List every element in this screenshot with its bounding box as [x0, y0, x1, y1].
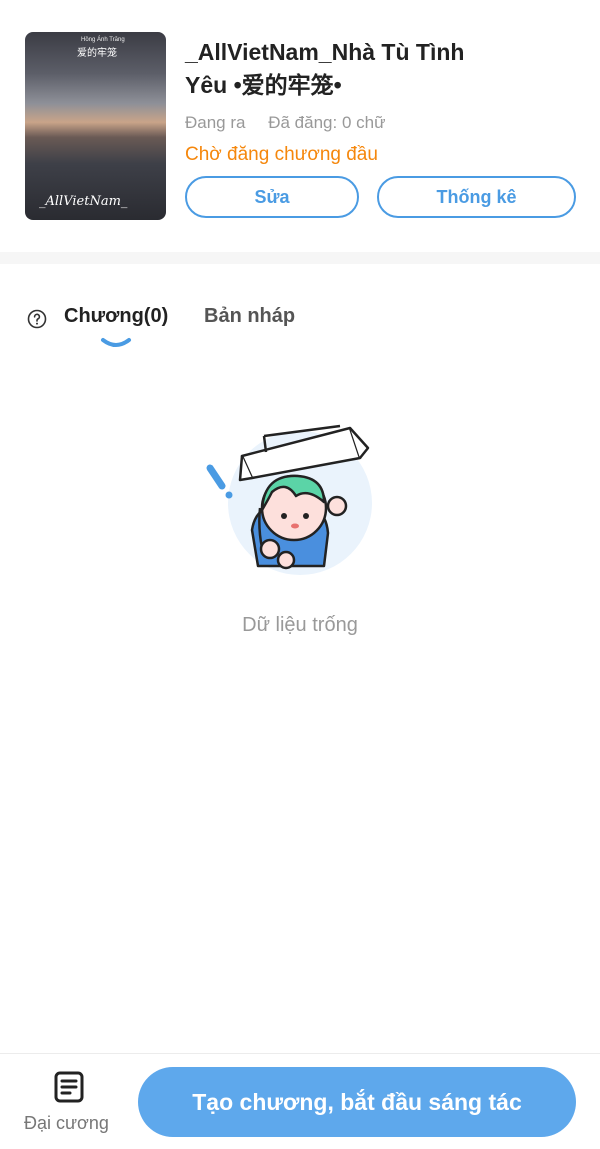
tab-chapters[interactable]: Chương(0) — [64, 305, 168, 328]
empty-state-text: Dữ liệu trống — [242, 614, 358, 636]
book-cover[interactable]: Hồng Ánh Trăng 爱的牢笼 _AllVietNam_ — [25, 32, 166, 220]
edit-button[interactable]: Sửa — [185, 176, 359, 218]
book-word-count: Đã đăng: 0 chữ — [268, 113, 386, 132]
stats-button[interactable]: Thống kê — [377, 176, 576, 218]
cover-signature: _AllVietNam_ — [39, 194, 128, 209]
book-title-line1: _AllVietNam_Nhà Tù Tình — [185, 39, 465, 65]
empty-box-illustration — [206, 424, 372, 575]
create-chapter-button[interactable]: Tạo chương, bắt đầu sáng tác — [138, 1067, 576, 1137]
book-status: Đang ra — [185, 113, 246, 132]
question-circle-icon[interactable] — [27, 309, 47, 329]
book-meta: Đang ra Đã đăng: 0 chữ — [185, 113, 385, 133]
outline-label[interactable]: Đại cương — [24, 1113, 109, 1134]
section-divider — [0, 252, 600, 264]
pending-notice: Chờ đăng chương đầu — [185, 144, 378, 165]
book-title: _AllVietNam_Nhà Tù Tình Yêu •爱的牢笼• — [185, 36, 585, 102]
active-tab-indicator — [101, 338, 131, 347]
cover-author: Hồng Ánh Trăng — [81, 37, 125, 43]
cover-chinese-title: 爱的牢笼 — [77, 48, 117, 59]
tab-drafts[interactable]: Bản nháp — [204, 305, 295, 328]
book-title-line2: Yêu •爱的牢笼• — [185, 72, 342, 98]
document-list-icon[interactable] — [53, 1070, 85, 1104]
